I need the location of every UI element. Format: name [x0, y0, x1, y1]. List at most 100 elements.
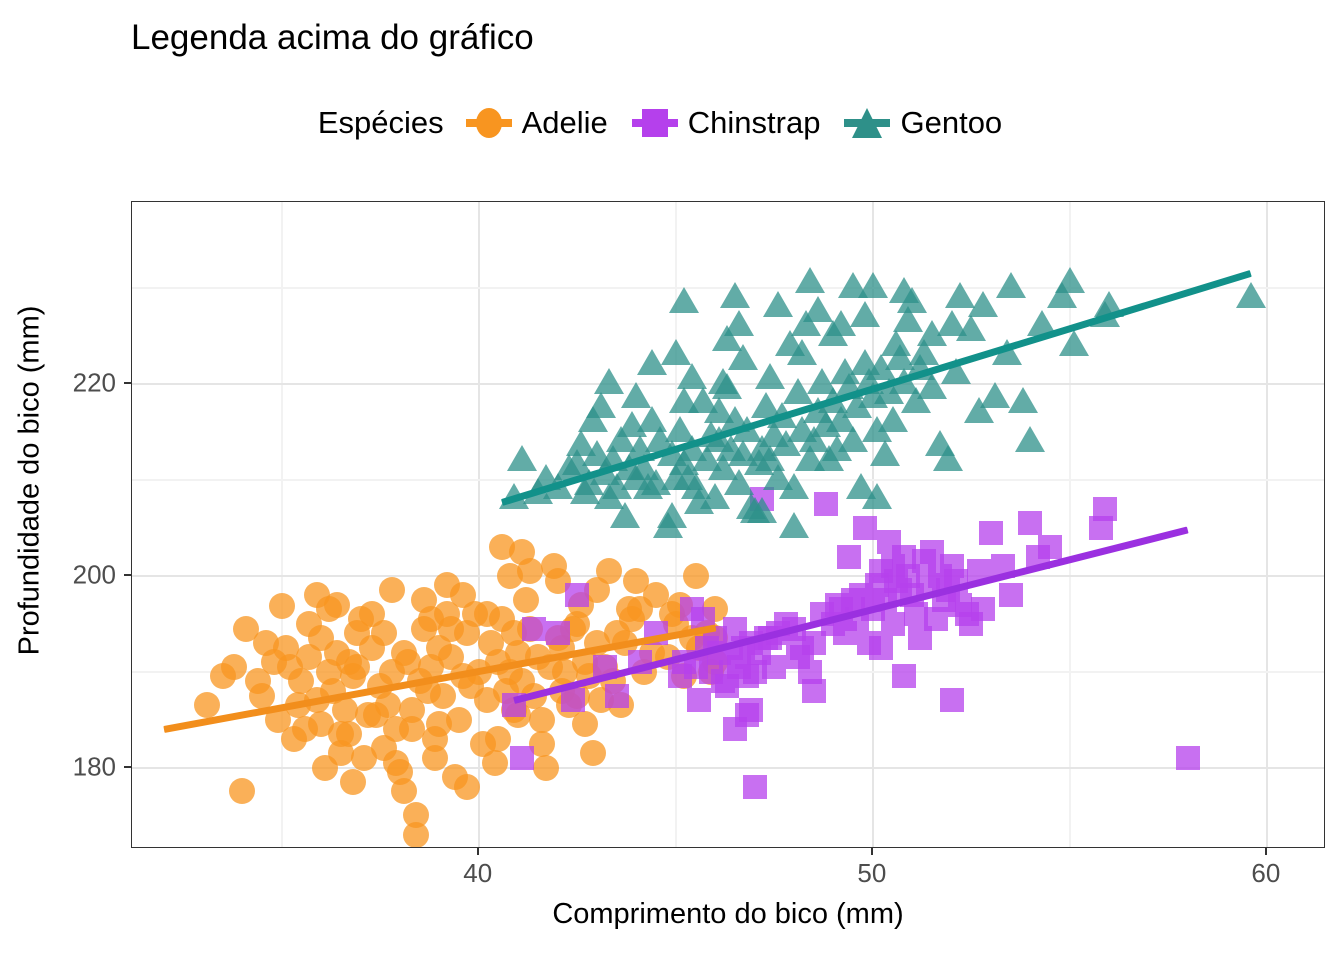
x-tick-label: 50	[857, 858, 887, 888]
data-point-gentoo	[668, 286, 699, 313]
data-point-chinstrap	[742, 774, 767, 799]
legend: Espécies Adelie Chinstrap Gentoo	[0, 100, 1344, 146]
circle-marker-icon	[465, 103, 512, 143]
data-point-gentoo	[814, 444, 845, 471]
y-tick-label: 220	[72, 367, 116, 398]
data-point-adelie	[426, 711, 453, 738]
data-point-adelie	[528, 706, 555, 733]
gridline	[132, 574, 1324, 577]
data-point-chinstrap	[801, 678, 826, 703]
data-point-chinstrap	[604, 683, 629, 708]
data-point-adelie	[383, 749, 410, 776]
data-point-gentoo	[968, 291, 999, 318]
x-axis-title: Comprimento do bico (mm)	[552, 898, 904, 930]
data-point-gentoo	[763, 291, 794, 318]
data-point-gentoo	[794, 267, 825, 294]
triangle-marker-icon	[844, 103, 891, 143]
data-point-adelie	[339, 768, 366, 795]
data-point-gentoo	[995, 272, 1026, 299]
data-point-adelie	[513, 586, 540, 613]
data-point-gentoo	[747, 497, 778, 524]
data-point-gentoo	[893, 305, 924, 332]
data-point-chinstrap	[545, 621, 570, 646]
data-point-gentoo	[593, 367, 624, 394]
data-point-gentoo	[633, 473, 664, 500]
data-point-gentoo	[790, 310, 821, 337]
x-tick-label: 40	[463, 858, 493, 888]
data-point-gentoo	[932, 444, 963, 471]
data-point-adelie	[402, 821, 429, 847]
data-point-gentoo	[660, 339, 691, 366]
square-marker-icon	[631, 103, 678, 143]
data-point-gentoo	[668, 387, 699, 414]
data-point-adelie	[316, 596, 343, 623]
data-point-chinstrap	[939, 688, 964, 713]
x-tick-mark	[1264, 848, 1267, 855]
data-point-chinstrap	[1093, 496, 1118, 521]
data-point-chinstrap	[856, 630, 881, 655]
data-point-adelie	[398, 716, 425, 743]
legend-item-adelie[interactable]: Adelie	[465, 103, 608, 143]
data-point-adelie	[485, 725, 512, 752]
data-point-chinstrap	[892, 664, 917, 689]
data-point-chinstrap	[880, 611, 905, 636]
plot-panel	[131, 201, 1325, 848]
data-point-gentoo	[1015, 425, 1046, 452]
data-point-chinstrap	[876, 530, 901, 555]
data-point-adelie	[623, 567, 650, 594]
data-point-gentoo	[779, 511, 810, 538]
gridline	[280, 202, 283, 847]
data-point-adelie	[450, 581, 476, 608]
x-tick-mark	[476, 848, 479, 855]
data-point-adelie	[497, 562, 524, 589]
y-tick-label: 200	[72, 559, 116, 590]
gridline	[132, 766, 1324, 769]
data-point-adelie	[268, 593, 295, 620]
data-point-gentoo	[652, 511, 683, 538]
data-point-gentoo	[755, 363, 786, 390]
data-point-adelie	[327, 740, 354, 767]
data-point-chinstrap	[687, 688, 712, 713]
legend-item-chinstrap[interactable]: Chinstrap	[631, 103, 820, 143]
data-point-gentoo	[779, 473, 810, 500]
data-point-adelie	[379, 577, 406, 604]
data-point-chinstrap	[510, 745, 535, 770]
data-point-adelie	[580, 740, 607, 767]
data-point-chinstrap	[565, 582, 590, 607]
data-point-adelie	[532, 754, 559, 781]
data-point-gentoo	[676, 363, 707, 390]
data-point-gentoo	[723, 310, 754, 337]
data-point-gentoo	[1007, 387, 1038, 414]
data-point-adelie	[260, 649, 287, 676]
data-point-chinstrap	[1176, 745, 1201, 770]
data-point-gentoo	[621, 382, 652, 409]
data-point-adelie	[430, 682, 457, 709]
data-point-gentoo	[704, 396, 735, 423]
data-point-gentoo	[617, 411, 648, 438]
data-point-gentoo	[838, 272, 869, 299]
data-point-adelie	[249, 682, 276, 709]
y-tick-mark	[124, 382, 131, 385]
y-tick-label: 180	[72, 751, 116, 782]
data-point-gentoo	[719, 281, 750, 308]
data-point-chinstrap	[1038, 535, 1063, 560]
y-axis-title-text: Profundidade do bico (mm)	[13, 305, 46, 655]
data-point-chinstrap	[521, 616, 546, 641]
data-point-chinstrap	[722, 717, 747, 742]
data-point-adelie	[193, 692, 220, 719]
data-point-adelie	[615, 596, 642, 623]
data-point-chinstrap	[667, 664, 692, 689]
x-tick-label: 60	[1251, 858, 1281, 888]
data-point-gentoo	[881, 329, 912, 356]
data-point-adelie	[343, 620, 370, 647]
data-point-adelie	[390, 778, 417, 805]
data-point-gentoo	[743, 449, 774, 476]
x-tick-mark	[870, 848, 873, 855]
data-point-chinstrap	[762, 654, 787, 679]
data-point-chinstrap	[908, 626, 933, 651]
data-point-chinstrap	[955, 602, 980, 627]
data-point-adelie	[363, 701, 390, 728]
data-point-adelie	[221, 653, 248, 680]
data-point-gentoo	[861, 483, 892, 510]
legend-item-gentoo[interactable]: Gentoo	[844, 103, 1002, 143]
